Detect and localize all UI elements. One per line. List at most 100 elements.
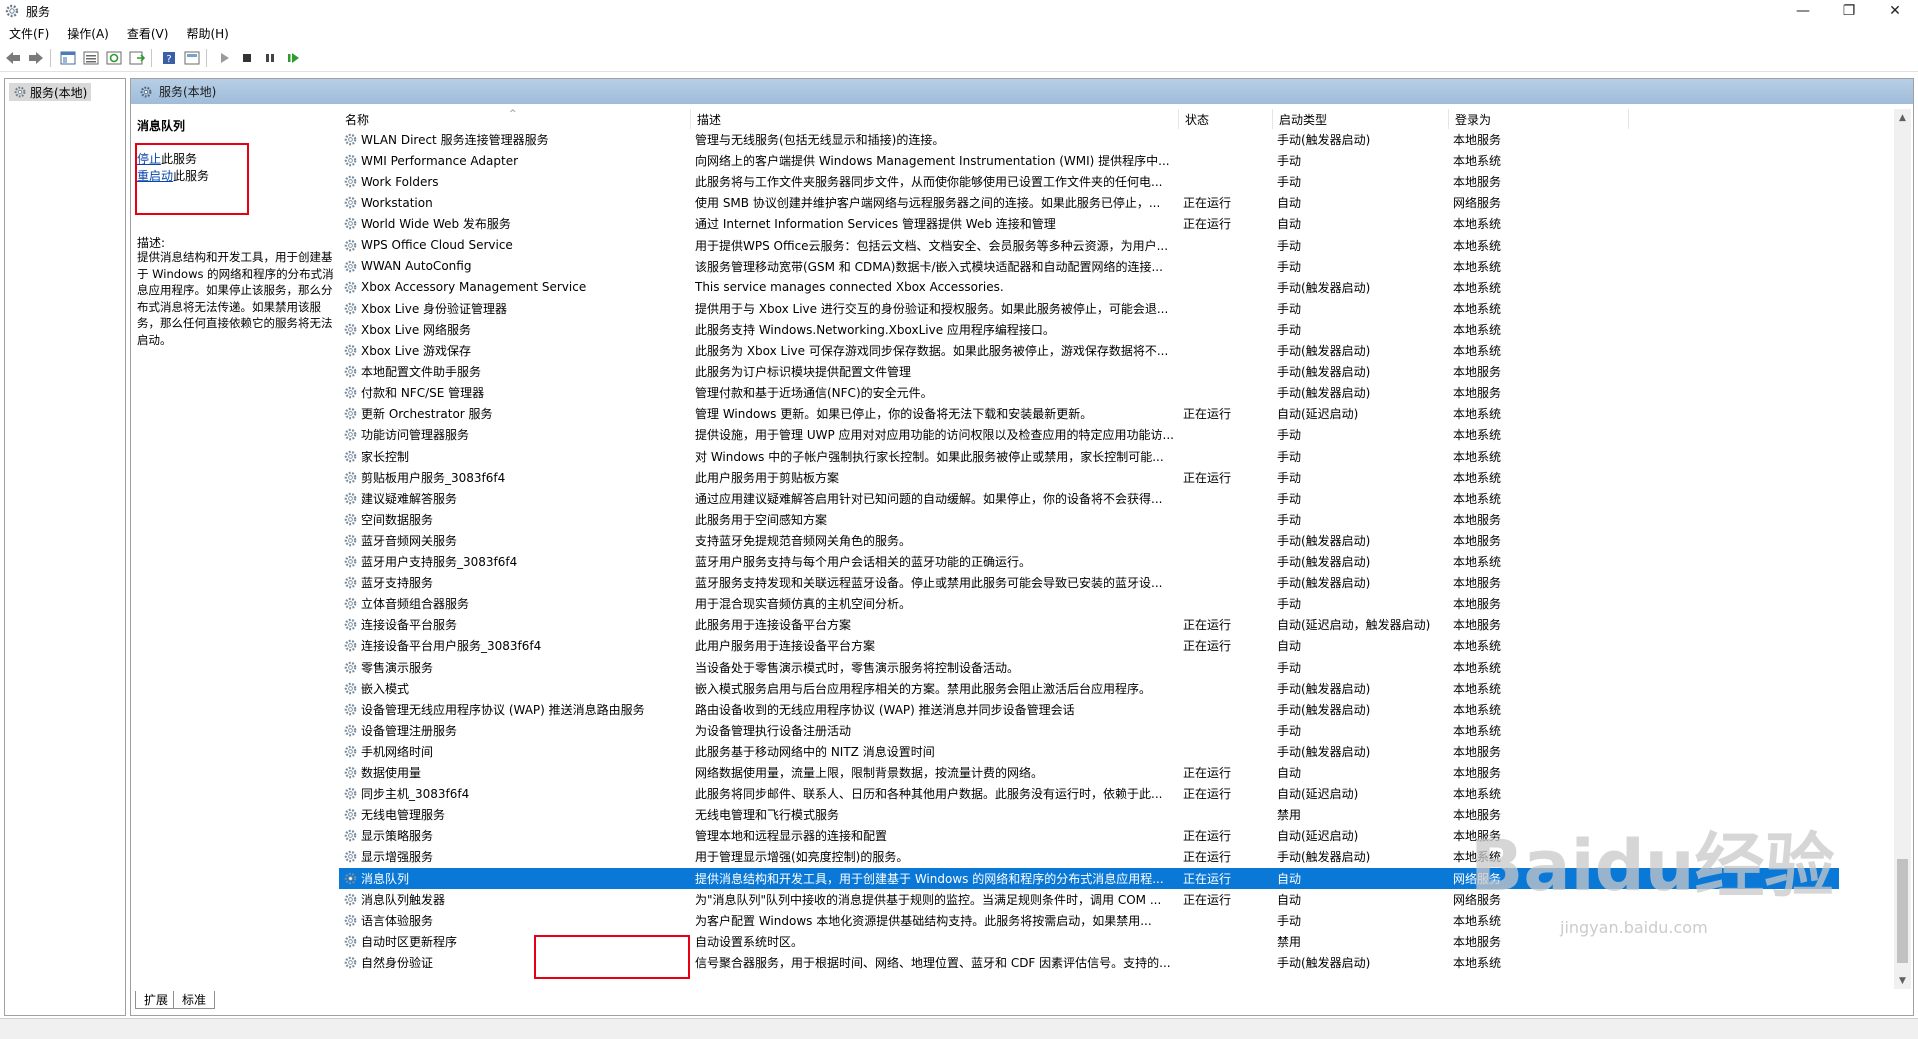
service-row[interactable]: 蓝牙音频网关服务 支持蓝牙免提规范音频网关角色的服务。 手动(触发器启动) 本地服务 [339, 530, 1839, 551]
service-description-cell: 管理本地和远程显示器的连接和配置 [695, 829, 888, 844]
service-name-cell: 手机网络时间 [339, 743, 691, 760]
service-startup-type-cell: 手动 [1277, 322, 1302, 337]
service-gear-icon [343, 849, 358, 864]
service-row[interactable]: 功能访问管理器服务 提供设施，用于管理 UWP 应用对对应用功能的访问权限以及检查… [339, 424, 1839, 445]
service-description-cell: 此服务将与工作文件夹服务器同步文件，从而使你能够使用已设置工作文件夹的任何电..… [695, 175, 1163, 190]
service-description-cell: 支持蓝牙免提规范音频网关角色的服务。 [695, 533, 912, 548]
scroll-up-icon[interactable]: ▲ [1894, 109, 1911, 126]
service-gear-icon [343, 406, 358, 421]
back-arrow-icon[interactable] [3, 48, 23, 68]
service-row[interactable]: 同步主机_3083f6f4 此服务将同步邮件、联系人、日历和各种其他用户数据。此服… [339, 783, 1839, 804]
service-row[interactable]: Xbox Accessory Management Service This se… [339, 277, 1839, 298]
menu-action[interactable]: 操作(A) [58, 25, 118, 42]
toolbar-separator [206, 48, 207, 67]
refresh-icon[interactable] [104, 48, 124, 68]
service-row[interactable]: Work Folders 此服务将与工作文件夹服务器同步文件，从而使你能够使用已设… [339, 171, 1839, 192]
service-gear-icon [343, 934, 358, 949]
close-button[interactable]: ✕ [1872, 0, 1918, 22]
export-list-icon[interactable] [127, 48, 147, 68]
service-description-cell: 当设备处于零售演示模式时，零售演示服务将控制设备活动。 [695, 660, 1020, 675]
service-row[interactable]: 家长控制 对 Windows 中的子帐户强制执行家长控制。如果此服务被停止或禁用，… [339, 446, 1839, 467]
service-row[interactable]: WMI Performance Adapter 向网络上的客户端提供 Window… [339, 150, 1839, 171]
vertical-scrollbar[interactable]: ▲ ▼ [1894, 109, 1911, 989]
scroll-down-icon[interactable]: ▼ [1894, 972, 1911, 989]
service-row[interactable]: 更新 Orchestrator 服务 管理 Windows 更新。如果已停止，你的… [339, 403, 1839, 424]
column-header-status[interactable]: 状态 [1179, 109, 1273, 129]
service-row[interactable]: WWAN AutoConfig 该服务管理移动宽带(GSM 和 CDMA)数据卡/… [339, 256, 1839, 277]
service-startup-type-cell: 自动 [1277, 892, 1302, 907]
service-row[interactable]: 蓝牙支持服务 蓝牙服务支持发现和关联远程蓝牙设备。停止或禁用此服务可能会导致已安装… [339, 572, 1839, 593]
service-startup-type-cell: 手动 [1277, 723, 1302, 738]
service-gear-icon [343, 216, 358, 231]
service-gear-icon [343, 913, 358, 928]
service-description-cell: 通过 Internet Information Services 管理器提供 W… [695, 217, 1056, 232]
show-hide-tree-icon[interactable] [58, 48, 78, 68]
service-row[interactable]: 零售演示服务 当设备处于零售演示模式时，零售演示服务将控制设备活动。 手动 本地系统 [339, 657, 1839, 678]
restore-button[interactable]: ❐ [1826, 0, 1872, 22]
service-row[interactable]: 设备管理注册服务 为设备管理执行设备注册活动 手动 本地系统 [339, 720, 1839, 741]
service-row[interactable]: 嵌入模式 嵌入模式服务启用与后台应用程序相关的方案。禁用此服务会阻止激活后台应用程… [339, 678, 1839, 699]
stop-service-icon[interactable] [237, 48, 257, 68]
service-row[interactable]: 连接设备平台服务 此服务用于连接设备平台方案 正在运行 自动(延迟启动，触发器启动) 本… [339, 614, 1839, 635]
service-row[interactable]: Xbox Live 游戏保存 此服务为 Xbox Live 可保存游戏同步保存数据… [339, 340, 1839, 361]
service-row[interactable]: Xbox Live 网络服务 此服务支持 Windows.Networking.X… [339, 319, 1839, 340]
column-header-startup-type[interactable]: 启动类型 [1273, 109, 1449, 129]
minimize-button[interactable]: — [1780, 0, 1826, 22]
column-header-description[interactable]: 描述 [691, 109, 1179, 129]
service-status-cell: 正在运行 [1183, 217, 1232, 232]
service-name-cell: 零售演示服务 [339, 659, 691, 676]
service-row[interactable]: WLAN Direct 服务连接管理器服务 管理与无线服务(包括无线显示和插接)的… [339, 129, 1839, 150]
service-gear-icon [343, 955, 358, 970]
service-logon-cell: 本地服务 [1453, 576, 1502, 591]
service-row[interactable]: 立体音频组合器服务 用于混合现实音频仿真的主机空间分析。 手动 本地服务 [339, 593, 1839, 614]
service-row[interactable]: 设备管理无线应用程序协议 (WAP) 推送消息路由服务 路由设备收到的无线应用程序… [339, 699, 1839, 720]
service-name: 自然身份验证 [361, 955, 434, 970]
service-row[interactable]: 空间数据服务 此服务用于空间感知方案 手动 本地服务 [339, 509, 1839, 530]
service-description-cell: 此服务用于空间感知方案 [695, 512, 828, 527]
service-name-cell: Xbox Accessory Management Service [339, 280, 691, 295]
service-row[interactable]: Xbox Live 身份验证管理器 提供用于与 Xbox Live 进行交互的身份… [339, 298, 1839, 319]
tree-item-services-local[interactable]: 服务(本地) [9, 83, 92, 101]
service-description-cell: This service manages connected Xbox Acce… [695, 280, 1004, 295]
help-icon[interactable]: ? [159, 48, 179, 68]
column-header-name[interactable]: 名称 ^ [339, 109, 691, 129]
service-row[interactable]: 数据使用量 网络数据使用量，流量上限，限制背景数据，按流量计费的网络。 正在运行 自动… [339, 762, 1839, 783]
service-row[interactable]: 蓝牙用户支持服务_3083f6f4 蓝牙用户服务支持与每个用户会话相关的蓝牙功能的… [339, 551, 1839, 572]
service-startup-type-cell: 自动(延迟启动) [1277, 787, 1359, 802]
menu-help[interactable]: 帮助(H) [177, 25, 237, 42]
service-description-cell: 用于混合现实音频仿真的主机空间分析。 [695, 597, 912, 612]
properties-list-icon[interactable] [81, 48, 101, 68]
service-name-cell: 消息队列触发器 [339, 891, 691, 908]
toolbar: ? [0, 44, 1918, 72]
tab-extended[interactable]: 扩展 [135, 991, 178, 1009]
service-name-cell: WPS Office Cloud Service [339, 238, 691, 253]
scrollbar-thumb[interactable] [1897, 859, 1908, 963]
service-row[interactable]: WPS Office Cloud Service 用于提供WPS Office云服… [339, 235, 1839, 256]
menu-file[interactable]: 文件(F) [0, 25, 58, 42]
view-icon[interactable] [182, 48, 202, 68]
service-startup-type-cell: 手动(触发器启动) [1277, 533, 1371, 548]
service-row[interactable]: 付款和 NFC/SE 管理器 管理付款和基于近场通信(NFC)的安全元件。 手动(触… [339, 382, 1839, 403]
service-name: 零售演示服务 [361, 660, 434, 675]
forward-arrow-icon[interactable] [26, 48, 46, 68]
service-row[interactable]: World Wide Web 发布服务 通过 Internet Informati… [339, 213, 1839, 234]
service-gear-icon [343, 660, 358, 675]
service-description-cell: 此服务为 Xbox Live 可保存游戏同步保存数据。如果此服务被停止，游戏保存… [695, 344, 1169, 358]
service-gear-icon [343, 322, 358, 337]
restart-service-icon[interactable] [283, 48, 303, 68]
menu-view[interactable]: 查看(V) [118, 25, 178, 42]
service-startup-type-cell: 手动(触发器启动) [1277, 365, 1371, 380]
pause-service-icon[interactable] [260, 48, 280, 68]
service-row[interactable]: 剪贴板用户服务_3083f6f4 此用户服务用于剪贴板方案 正在运行 手动 本地系统 [339, 467, 1839, 488]
services-gear-icon [4, 3, 20, 19]
service-row[interactable]: 手机网络时间 此服务基于移动网络中的 NITZ 消息设置时间 手动(触发器启动) 本地… [339, 741, 1839, 762]
service-row[interactable]: 本地配置文件助手服务 此服务为订户标识模块提供配置文件管理 手动(触发器启动) 本地服… [339, 361, 1839, 382]
start-service-icon[interactable] [214, 48, 234, 68]
service-row[interactable]: Workstation 使用 SMB 协议创建并维护客户端网络与远程服务器之间的连… [339, 192, 1839, 213]
service-logon-cell: 本地系统 [1453, 681, 1502, 696]
service-row[interactable]: 连接设备平台用户服务_3083f6f4 此用户服务用于连接设备平台方案 正在运行 自动… [339, 635, 1839, 656]
tab-standard[interactable]: 标准 [173, 991, 216, 1009]
service-startup-type-cell: 手动(触发器启动) [1277, 133, 1371, 147]
service-row[interactable]: 建议疑难解答服务 通过应用建议疑难解答启用针对已知问题的自动缓解。如果停止，你的设… [339, 488, 1839, 509]
column-header-logon-as[interactable]: 登录为 [1449, 109, 1629, 129]
